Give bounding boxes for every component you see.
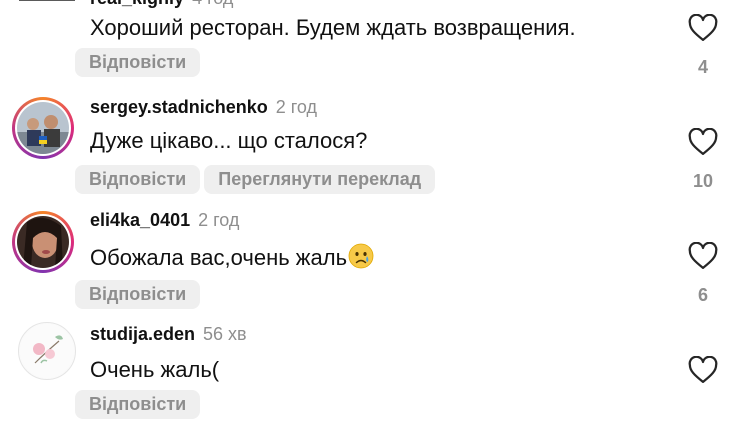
heart-icon[interactable]	[688, 14, 718, 42]
comment-text: Обожала вас,очень жаль	[90, 243, 374, 271]
avatar-photo	[17, 216, 69, 268]
comment-username[interactable]: real_kighly	[90, 0, 184, 8]
comment-time: 2 год	[275, 97, 318, 117]
comment-actions: Відповісти	[75, 390, 201, 419]
comment-meta: studija.eden 56 хв	[90, 324, 247, 345]
comment-text: Очень жаль(	[90, 357, 220, 382]
like-count: 6	[697, 285, 708, 305]
comment-username[interactable]: studija.eden	[90, 324, 195, 344]
avatar-photo	[20, 324, 74, 378]
avatar-photo	[17, 102, 69, 154]
comment-text-content: Обожала вас,очень жаль	[90, 245, 348, 270]
comment-time: 4 год	[192, 0, 233, 8]
comment-actions: Відповісти	[75, 48, 201, 77]
comment-username[interactable]: sergey.stadnichenko	[90, 97, 268, 117]
comment-meta: eli4ka_0401 2 год	[90, 210, 239, 231]
heart-icon[interactable]	[688, 242, 718, 270]
avatar[interactable]	[18, 322, 76, 380]
comment-username[interactable]: eli4ka_0401	[90, 210, 190, 230]
avatar-photo	[19, 0, 75, 1]
like-count: 10	[692, 171, 714, 191]
reply-button[interactable]: Відповісти	[75, 280, 201, 309]
comment-text: Хороший ресторан. Будем ждать возвращени…	[90, 15, 576, 40]
avatar[interactable]	[12, 211, 74, 273]
comment-actions: Відповісти Переглянути переклад	[75, 165, 436, 194]
comment-actions: Відповісти	[75, 280, 201, 309]
comment-meta: real_kighly 4 год	[90, 0, 233, 9]
crying-face-emoji-icon	[348, 243, 374, 269]
like-count: 4	[697, 57, 708, 77]
comment-meta: sergey.stadnichenko 2 год	[90, 97, 317, 118]
comment-text: Дуже цікаво... що сталося?	[90, 128, 368, 153]
reply-button[interactable]: Відповісти	[75, 165, 201, 194]
see-translation-button[interactable]: Переглянути переклад	[204, 165, 436, 194]
heart-icon[interactable]	[688, 356, 718, 384]
comment-time: 56 хв	[203, 324, 247, 344]
avatar[interactable]	[12, 97, 74, 159]
reply-button[interactable]: Відповісти	[75, 48, 201, 77]
comment-time: 2 год	[198, 210, 240, 230]
heart-icon[interactable]	[688, 128, 718, 156]
reply-button[interactable]: Відповісти	[75, 390, 201, 419]
